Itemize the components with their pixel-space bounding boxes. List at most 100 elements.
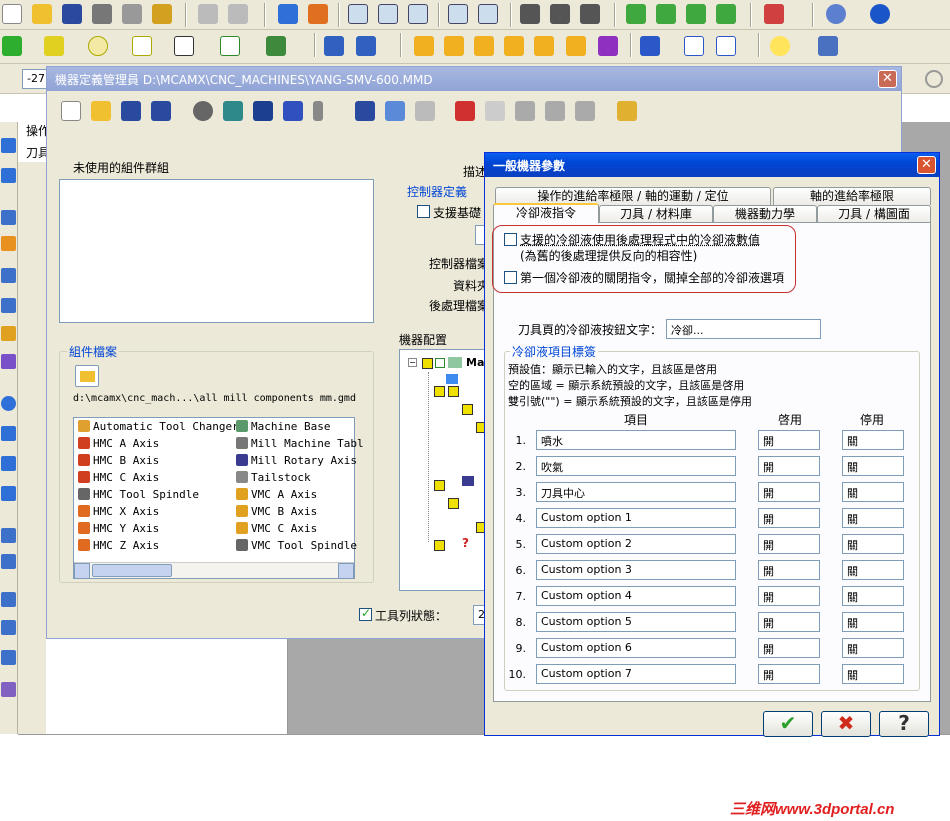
tree-icon[interactable]: [515, 101, 535, 121]
magnet-icon[interactable]: [253, 101, 273, 121]
axis-move-icon[interactable]: [1, 592, 16, 607]
component-list[interactable]: Automatic Tool Changer HMC A Axis HMC B Ax…: [73, 417, 364, 579]
bar-icon[interactable]: [1, 456, 16, 471]
component-list-item[interactable]: Mill Machine Tabl: [236, 437, 364, 450]
coolant-off-field[interactable]: 關: [842, 534, 904, 554]
component-list-item[interactable]: HMC Y Axis: [78, 522, 159, 535]
globe-icon[interactable]: [826, 4, 846, 24]
import-icon[interactable]: [575, 101, 595, 121]
coolant-off-field[interactable]: 關: [842, 638, 904, 658]
component-list-item[interactable]: Tailstock: [236, 471, 311, 484]
component-list-item[interactable]: VMC Tool Spindle: [236, 539, 357, 552]
coolant-item-field[interactable]: Custom option 5: [536, 612, 736, 632]
hidden-cube-icon[interactable]: [686, 4, 706, 24]
component-list-item[interactable]: HMC A Axis: [78, 437, 159, 450]
pan-icon[interactable]: [278, 4, 298, 24]
component-list-item[interactable]: HMC Tool Spindle: [78, 488, 199, 501]
component-list-item[interactable]: Automatic Tool Changer: [78, 420, 239, 433]
browse-folder-button[interactable]: [75, 365, 99, 387]
open-folder-icon[interactable]: [32, 4, 52, 24]
drill-icon[interactable]: [1, 326, 16, 341]
coolant-on-field[interactable]: 開: [758, 638, 820, 658]
undo-icon[interactable]: [198, 4, 218, 24]
exclamation-icon[interactable]: [313, 101, 323, 121]
frame-icon[interactable]: [1, 268, 16, 283]
dimension-icon[interactable]: [640, 36, 660, 56]
lock-icon[interactable]: [617, 101, 637, 121]
tool-icon[interactable]: [1, 354, 16, 369]
coolant-on-field[interactable]: 開: [758, 534, 820, 554]
tab-tool-planes[interactable]: 刀具 / 構圖面: [817, 205, 931, 223]
outline-cube-icon[interactable]: [716, 4, 736, 24]
toolbar-status-checkbox[interactable]: [359, 606, 372, 621]
gear-icon[interactable]: [92, 4, 112, 24]
lathe-icon[interactable]: [1, 236, 16, 251]
xform-offset-icon[interactable]: [534, 36, 554, 56]
expand-icon[interactable]: [1, 650, 16, 665]
xform-array-icon[interactable]: [566, 36, 586, 56]
wand-icon[interactable]: [152, 4, 172, 24]
diamond-icon[interactable]: [283, 101, 303, 121]
xform-translate-icon[interactable]: [414, 36, 434, 56]
iso-cube-icon[interactable]: [764, 4, 784, 24]
component-list-item[interactable]: HMC Z Axis: [78, 539, 159, 552]
tab-coolant[interactable]: 冷卻液指令: [493, 203, 599, 223]
save-as-icon[interactable]: [151, 101, 171, 121]
unused-groups-list[interactable]: [59, 179, 374, 323]
frame-icon[interactable]: [1, 528, 16, 543]
coolant-button-text-field[interactable]: 冷卻...: [666, 319, 821, 339]
rotary-icon[interactable]: [193, 101, 213, 121]
component-list-item[interactable]: HMC B Axis: [78, 454, 159, 467]
coolant-item-field[interactable]: 刀具中心: [536, 482, 736, 502]
new-file-icon[interactable]: [61, 101, 81, 121]
trim-icon[interactable]: [324, 36, 344, 56]
help-button[interactable]: ?: [879, 711, 929, 737]
view-front-icon[interactable]: [550, 4, 570, 24]
save-icon[interactable]: [121, 101, 141, 121]
coolant-off-field[interactable]: 關: [842, 508, 904, 528]
zoom-in-icon[interactable]: [448, 4, 468, 24]
coolant-on-field[interactable]: 開: [758, 508, 820, 528]
cancel-button[interactable]: ✖: [821, 711, 871, 737]
spring-icon[interactable]: [1, 486, 16, 501]
first-off-checkbox[interactable]: [504, 271, 517, 284]
solid-cylinder-icon[interactable]: [266, 36, 286, 56]
ring-icon[interactable]: [1, 396, 16, 411]
support-checkbox[interactable]: [417, 205, 430, 218]
tree-expander[interactable]: −: [408, 358, 417, 367]
redo-icon[interactable]: [228, 4, 248, 24]
component-list-item[interactable]: Machine Base: [236, 420, 330, 433]
coolant-on-field[interactable]: 開: [758, 612, 820, 632]
coolant-off-field[interactable]: 關: [842, 612, 904, 632]
rectangle-icon[interactable]: [132, 36, 152, 56]
scroll-right-arrow[interactable]: [338, 563, 354, 579]
spline-icon[interactable]: [220, 36, 240, 56]
mdm-close-button[interactable]: ✕: [878, 70, 897, 88]
base-icon[interactable]: [223, 101, 243, 121]
coolant-item-field[interactable]: Custom option 2: [536, 534, 736, 554]
component-list-item[interactable]: HMC C Axis: [78, 471, 159, 484]
frame-icon[interactable]: [1, 620, 16, 635]
analyze-icon[interactable]: [716, 36, 736, 56]
sphere-icon[interactable]: [870, 4, 890, 24]
component-list-item[interactable]: HMC X Axis: [78, 505, 159, 518]
cube-purple-icon[interactable]: [1, 682, 16, 697]
axis-icon[interactable]: [1, 210, 16, 225]
zoom-fit-icon[interactable]: [378, 4, 398, 24]
print-icon[interactable]: [122, 4, 142, 24]
plus-icon[interactable]: [2, 36, 22, 56]
coolant-off-field[interactable]: 關: [842, 482, 904, 502]
xform-project-icon[interactable]: [598, 36, 618, 56]
wire-cube-icon[interactable]: [656, 4, 676, 24]
support-post-coolant-checkbox[interactable]: [504, 233, 517, 246]
coolant-item-field[interactable]: Custom option 4: [536, 586, 736, 606]
gmp-close-button[interactable]: ✕: [917, 156, 936, 174]
zoom-window-icon[interactable]: [348, 4, 368, 24]
coolant-on-field[interactable]: 開: [758, 586, 820, 606]
scroll-thumb[interactable]: [92, 564, 172, 577]
probe-icon[interactable]: [415, 101, 435, 121]
component-list-scrollbar[interactable]: [74, 562, 354, 579]
coolant-on-field[interactable]: 開: [758, 456, 820, 476]
scroll-left-arrow[interactable]: [74, 563, 90, 579]
coolant-item-field[interactable]: Custom option 3: [536, 560, 736, 580]
